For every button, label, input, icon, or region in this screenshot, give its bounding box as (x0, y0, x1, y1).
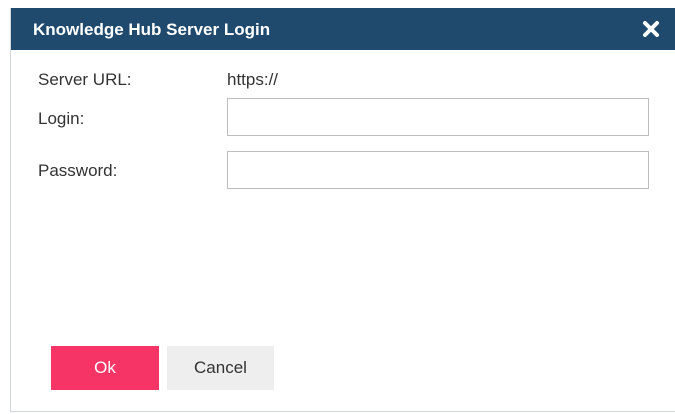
server-url-label: Server URL: (38, 70, 132, 89)
login-label: Login: (38, 109, 85, 128)
dialog-title: Knowledge Hub Server Login (33, 20, 271, 39)
cancel-button[interactable]: Cancel (167, 346, 274, 390)
server-url-value: https:// (227, 70, 279, 89)
login-dialog: Knowledge Hub Server Login Server URL: h… (10, 8, 675, 412)
ok-button[interactable]: Ok (51, 346, 159, 390)
close-icon[interactable] (640, 18, 662, 40)
password-label: Password: (38, 161, 118, 180)
login-field[interactable] (227, 98, 649, 136)
password-field[interactable] (227, 151, 649, 189)
dialog-titlebar: Knowledge Hub Server Login (11, 8, 675, 50)
